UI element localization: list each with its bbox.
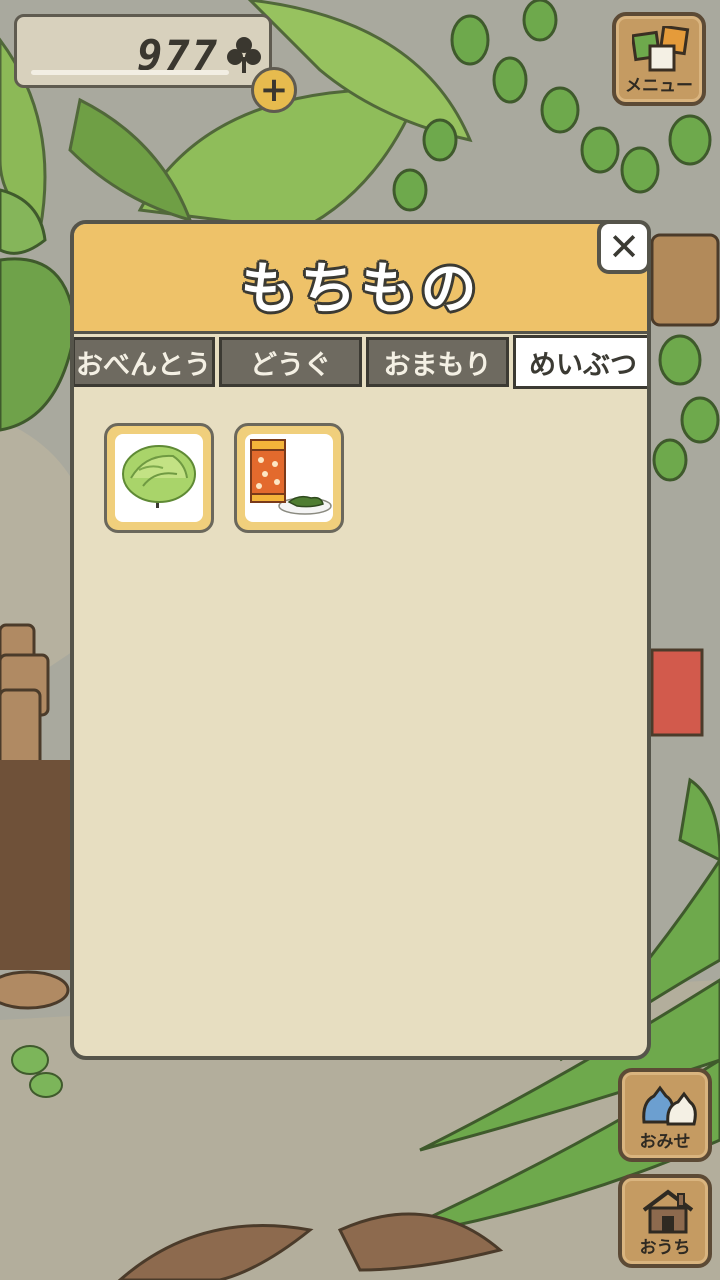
menu-label: メニュー	[625, 76, 693, 96]
clover-counter: 977	[14, 14, 272, 88]
counter-underline	[31, 70, 229, 75]
house-icon	[642, 1189, 694, 1234]
menu-icon	[632, 26, 690, 72]
shop-bag-icon	[642, 1085, 697, 1126]
menu-button[interactable]: メニュー	[612, 12, 706, 106]
panel-title: もちもの	[240, 257, 481, 322]
shop-button[interactable]: おみせ	[618, 1068, 712, 1162]
plus-icon: +	[259, 70, 289, 110]
panel-header: もちもの	[74, 224, 647, 334]
tab-charms-label: おまもり	[383, 349, 492, 381]
tab-tools[interactable]: どうぐ	[219, 337, 362, 387]
inventory-tabs: おべんとう どうぐ おまもり めいぶつ	[74, 334, 647, 390]
tab-bento[interactable]: おべんとう	[74, 337, 215, 387]
shop-label: おみせ	[639, 1132, 691, 1152]
close-icon: ✕	[608, 225, 640, 269]
items-grid	[74, 390, 647, 1056]
tab-charms[interactable]: おまもり	[366, 337, 509, 387]
tab-specialties[interactable]: めいぶつ	[513, 335, 647, 389]
tea-canister-icon	[250, 439, 332, 515]
add-clover-button[interactable]: +	[251, 67, 297, 113]
cabbage-icon	[122, 445, 196, 508]
inventory-panel: もちもの おべんとう どうぐ おまもり めいぶつ	[70, 220, 651, 1060]
tab-bento-label: おべんとう	[76, 349, 211, 381]
home-label: おうち	[639, 1238, 691, 1258]
home-button[interactable]: おうち	[618, 1174, 712, 1268]
item-slot-tea[interactable]	[234, 423, 344, 533]
tab-specialties-label: めいぶつ	[529, 349, 637, 381]
close-button[interactable]: ✕	[597, 220, 651, 274]
clover-icon	[227, 37, 261, 73]
tab-tools-label: どうぐ	[250, 349, 331, 381]
item-slot-cabbage[interactable]	[104, 423, 214, 533]
